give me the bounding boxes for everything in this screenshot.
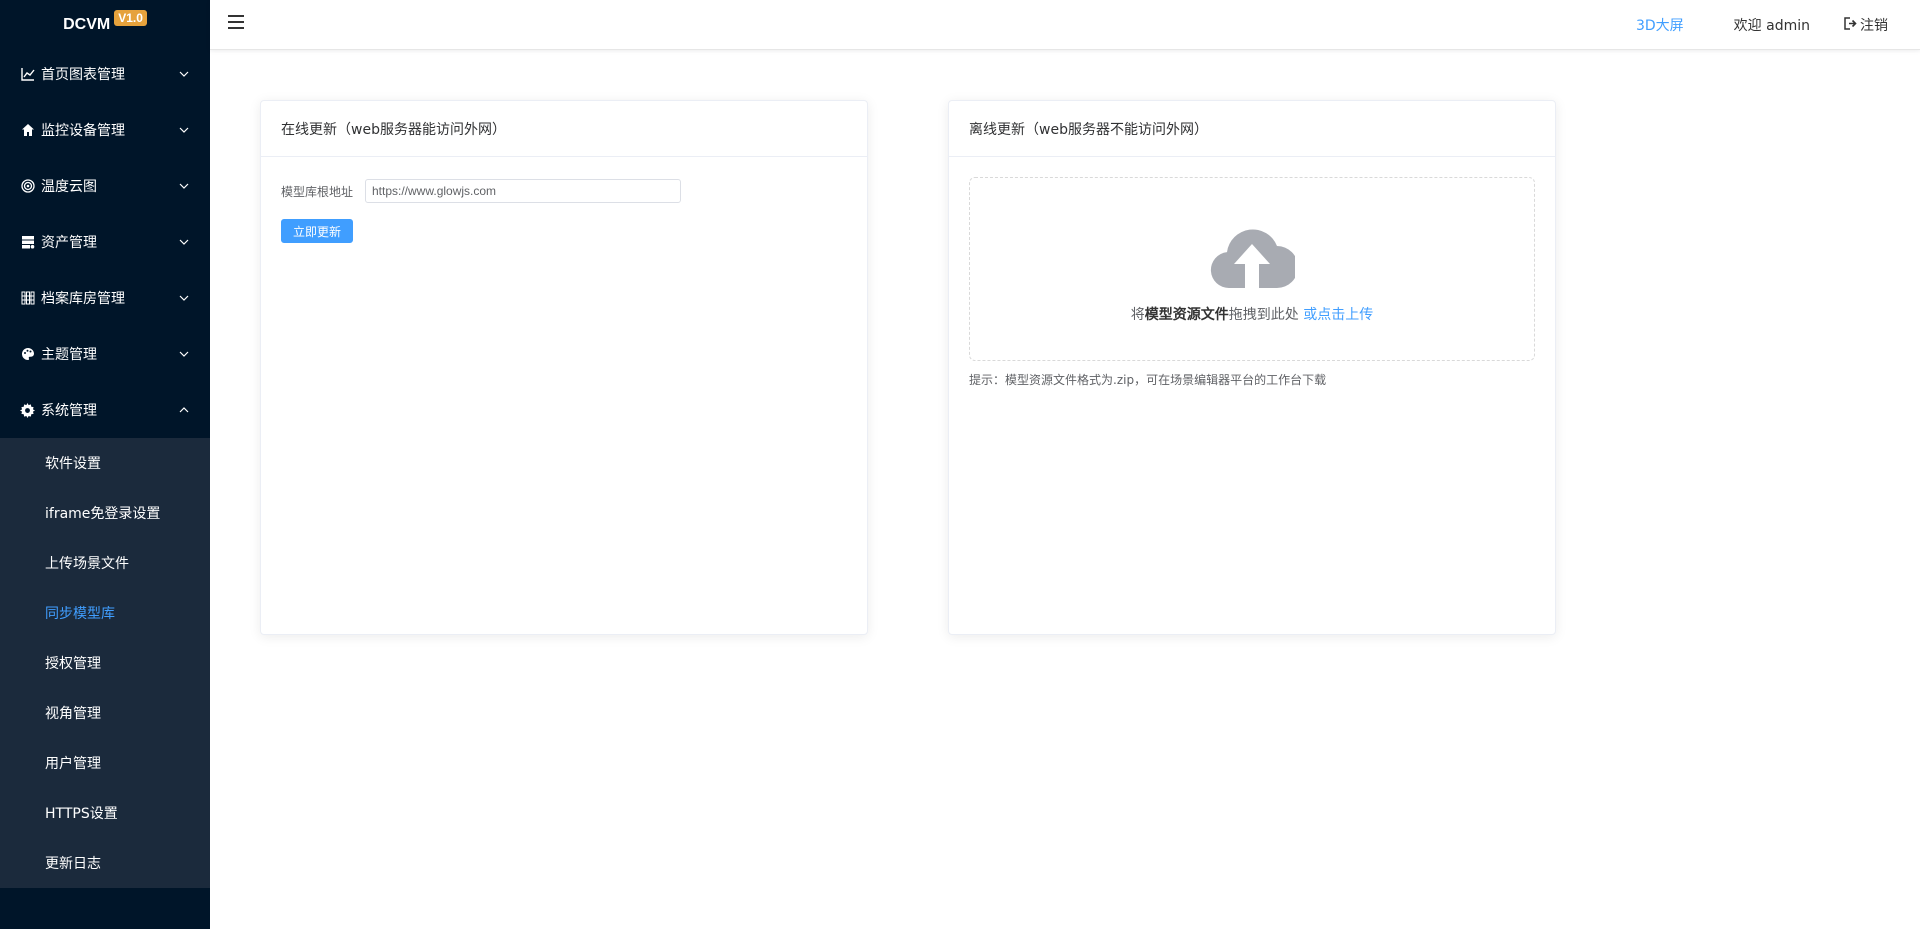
- menu-home-charts[interactable]: 首页图表管理: [0, 46, 210, 102]
- chevron-down-icon: [178, 180, 190, 192]
- menu-temperature-cloud[interactable]: 温度云图: [0, 158, 210, 214]
- sidebar: DCVM V1.0 首页图表管理 监控设备管理 温度云图 资产管理 档案库房管理…: [0, 0, 210, 929]
- menu-toggle-icon[interactable]: [228, 15, 244, 29]
- click-upload-link[interactable]: 或点击上传: [1303, 307, 1373, 323]
- card-title: 离线更新（web服务器不能访问外网）: [949, 101, 1555, 157]
- brand: DCVM V1.0: [0, 0, 210, 46]
- menu-archive-storage[interactable]: 档案库房管理: [0, 270, 210, 326]
- submenu-users[interactable]: 用户管理: [0, 738, 210, 788]
- chevron-down-icon: [178, 68, 190, 80]
- update-now-button[interactable]: 立即更新: [281, 219, 353, 243]
- palette-icon: [20, 347, 35, 362]
- menu-group-label: 温度云图: [41, 179, 97, 195]
- upload-tip: 提示：模型资源文件格式为.zip，可在场景编辑器平台的工作台下载: [969, 373, 1327, 387]
- sign-out-icon: [1844, 16, 1858, 34]
- submenu-upload-scene[interactable]: 上传场景文件: [0, 538, 210, 588]
- submenu-changelog[interactable]: 更新日志: [0, 838, 210, 888]
- model-library-url-input[interactable]: [365, 179, 681, 203]
- chevron-up-icon: [178, 404, 190, 416]
- submenu-software-settings[interactable]: 软件设置: [0, 438, 210, 488]
- menu-group-label: 系统管理: [41, 403, 97, 419]
- chevron-down-icon: [178, 348, 190, 360]
- upload-prefix: 将: [1130, 307, 1145, 323]
- chevron-down-icon: [178, 236, 190, 248]
- card-title: 在线更新（web服务器能访问外网）: [261, 101, 867, 157]
- menu-assets[interactable]: 资产管理: [0, 214, 210, 270]
- menu-group-label: 监控设备管理: [41, 123, 125, 139]
- brand-name: DCVM: [63, 16, 111, 33]
- grid-icon: [20, 291, 35, 306]
- upload-dropzone[interactable]: 将模型资源文件拖拽到此处 或点击上传: [969, 177, 1535, 361]
- system-submenu: 软件设置 iframe免登录设置 上传场景文件 同步模型库 授权管理 视角管理 …: [0, 438, 210, 888]
- top-header: 3D大屏 欢迎 admin 注销: [210, 0, 1920, 50]
- menu-group-label: 资产管理: [41, 235, 97, 251]
- big-screen-link[interactable]: 3D大屏: [1636, 15, 1684, 35]
- card-body: 将模型资源文件拖拽到此处 或点击上传 提示：模型资源文件格式为.zip，可在场景…: [949, 157, 1555, 408]
- menu-system[interactable]: 系统管理: [0, 382, 210, 438]
- target-icon: [20, 179, 35, 194]
- welcome-text: 欢迎 admin: [1733, 18, 1810, 34]
- cloud-upload-icon: [1209, 220, 1298, 290]
- submenu-license[interactable]: 授权管理: [0, 638, 210, 688]
- upload-middle: 拖拽到此处: [1228, 307, 1299, 323]
- chevron-down-icon: [178, 124, 190, 136]
- server-icon: [20, 235, 35, 250]
- header-right: 3D大屏 欢迎 admin 注销: [1636, 0, 1920, 50]
- chevron-down-icon: [178, 292, 190, 304]
- model-library-url-row: 模型库根地址: [281, 177, 847, 205]
- model-library-url-label: 模型库根地址: [281, 184, 354, 199]
- upload-emphasis: 模型资源文件: [1144, 307, 1229, 323]
- logout-button[interactable]: 注销: [1844, 15, 1888, 35]
- submenu-iframe-settings[interactable]: iframe免登录设置: [0, 488, 210, 538]
- menu-group-label: 主题管理: [41, 347, 97, 363]
- card-body: 模型库根地址 立即更新: [261, 157, 867, 263]
- online-update-card: 在线更新（web服务器能访问外网） 模型库根地址 立即更新: [260, 100, 868, 635]
- menu-theme[interactable]: 主题管理: [0, 326, 210, 382]
- home-icon: [20, 123, 35, 138]
- menu-monitor-devices[interactable]: 监控设备管理: [0, 102, 210, 158]
- menu-group-label: 档案库房管理: [41, 291, 125, 307]
- line-chart-icon: [20, 67, 35, 82]
- menu-group-label: 首页图表管理: [41, 67, 125, 83]
- version-badge: V1.0: [114, 10, 147, 26]
- submenu-https[interactable]: HTTPS设置: [0, 788, 210, 838]
- submenu-sync-model-library[interactable]: 同步模型库: [0, 588, 210, 638]
- gear-icon: [20, 402, 35, 418]
- logout-label: 注销: [1860, 18, 1888, 34]
- offline-update-card: 离线更新（web服务器不能访问外网） 将模型资源文件拖拽到此处 或点击上传 提示…: [948, 100, 1556, 635]
- submenu-views[interactable]: 视角管理: [0, 688, 210, 738]
- upload-text: 将模型资源文件拖拽到此处 或点击上传: [1131, 304, 1373, 324]
